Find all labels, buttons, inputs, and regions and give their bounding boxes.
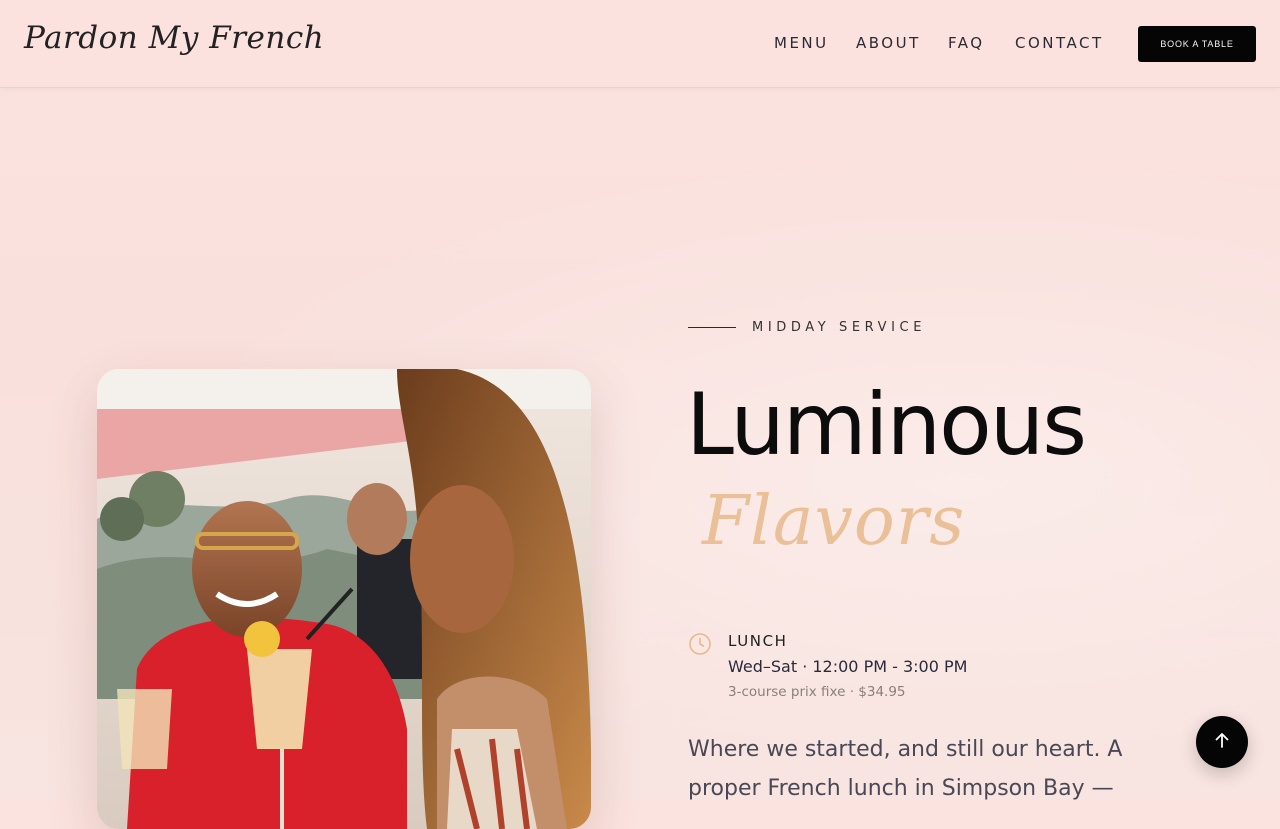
hero-photo: [97, 369, 591, 829]
eyebrow-divider: [688, 327, 736, 328]
book-table-button[interactable]: BOOK A TABLE: [1138, 26, 1256, 62]
nav-item-about[interactable]: ABOUT: [856, 34, 921, 52]
scroll-to-top-button[interactable]: [1196, 716, 1248, 768]
service-hours: Wed–Sat · 12:00 PM - 3:00 PM: [728, 657, 968, 676]
section-eyebrow: MIDDAY SERVICE: [752, 320, 927, 335]
logo[interactable]: Pardon My French: [24, 20, 324, 56]
arrow-up-icon: [1213, 731, 1231, 754]
hero-title: Luminous: [686, 375, 1087, 475]
hero-title-script: Flavors: [702, 482, 966, 561]
nav-item-contact[interactable]: CONTACT: [1015, 34, 1104, 52]
nav-item-menu[interactable]: MENU: [774, 34, 829, 52]
hero-description: Where we started, and still our heart. A…: [688, 737, 1123, 801]
service-note: 3-course prix fixe · $34.95: [728, 684, 906, 700]
site-header: Pardon My French MENU ABOUT FAQ CONTACT …: [0, 0, 1280, 88]
service-label: LUNCH: [728, 632, 788, 650]
nav-item-faq[interactable]: FAQ: [948, 34, 985, 52]
clock-icon: [688, 632, 712, 656]
